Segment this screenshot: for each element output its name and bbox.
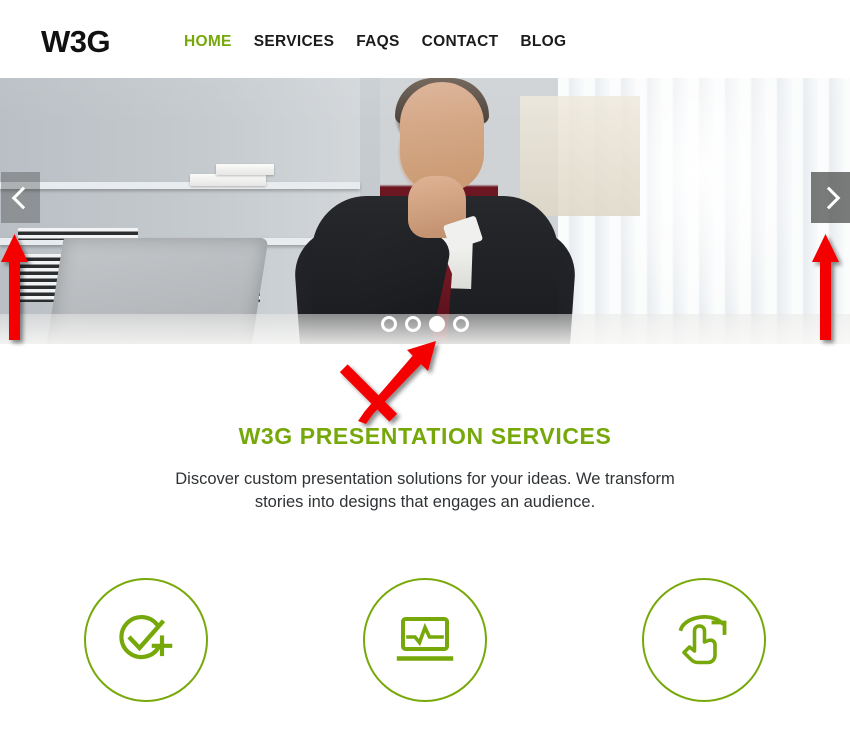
carousel-dots	[0, 316, 850, 332]
carousel-dot-4[interactable]	[453, 316, 469, 332]
nav-item-contact[interactable]: CONTACT	[422, 32, 499, 52]
chevron-right-icon	[817, 186, 840, 209]
nav-item-services[interactable]: SERVICES	[254, 32, 335, 52]
page-root: W3G HOME SERVICES FAQS CONTACT BLOG W3G …	[0, 0, 850, 750]
main-navigation: HOME SERVICES FAQS CONTACT BLOG	[184, 32, 566, 52]
feature-icons-row	[0, 578, 850, 702]
hand-rotate-icon	[675, 612, 733, 668]
feature-item-check-circle-plus[interactable]	[84, 578, 208, 702]
check-circle-plus-icon	[116, 612, 176, 668]
hero-bg-papers-2	[216, 164, 274, 175]
nav-item-faqs[interactable]: FAQS	[356, 32, 399, 52]
site-logo[interactable]: W3G	[41, 24, 111, 60]
monitor-chart-icon	[396, 615, 454, 665]
hero-carousel	[0, 78, 850, 344]
section-description: Discover custom presentation solutions f…	[175, 470, 675, 511]
feature-item-monitor-chart[interactable]	[363, 578, 487, 702]
carousel-prev-button[interactable]	[1, 172, 40, 223]
hero-bg-papers-1	[190, 174, 266, 186]
carousel-dot-3[interactable]	[429, 316, 445, 332]
carousel-dot-1[interactable]	[381, 316, 397, 332]
nav-item-blog[interactable]: BLOG	[520, 32, 566, 52]
section-title: W3G PRESENTATION SERVICES	[238, 423, 612, 449]
nav-item-home[interactable]: HOME	[184, 32, 232, 52]
services-section: W3G PRESENTATION SERVICES Discover custo…	[0, 344, 850, 514]
chevron-left-icon	[11, 186, 34, 209]
feature-item-hand-rotate[interactable]	[642, 578, 766, 702]
carousel-next-button[interactable]	[811, 172, 850, 223]
site-header: W3G HOME SERVICES FAQS CONTACT BLOG	[0, 0, 850, 78]
carousel-dot-2[interactable]	[405, 316, 421, 332]
hero-subject-businessman	[292, 78, 578, 344]
